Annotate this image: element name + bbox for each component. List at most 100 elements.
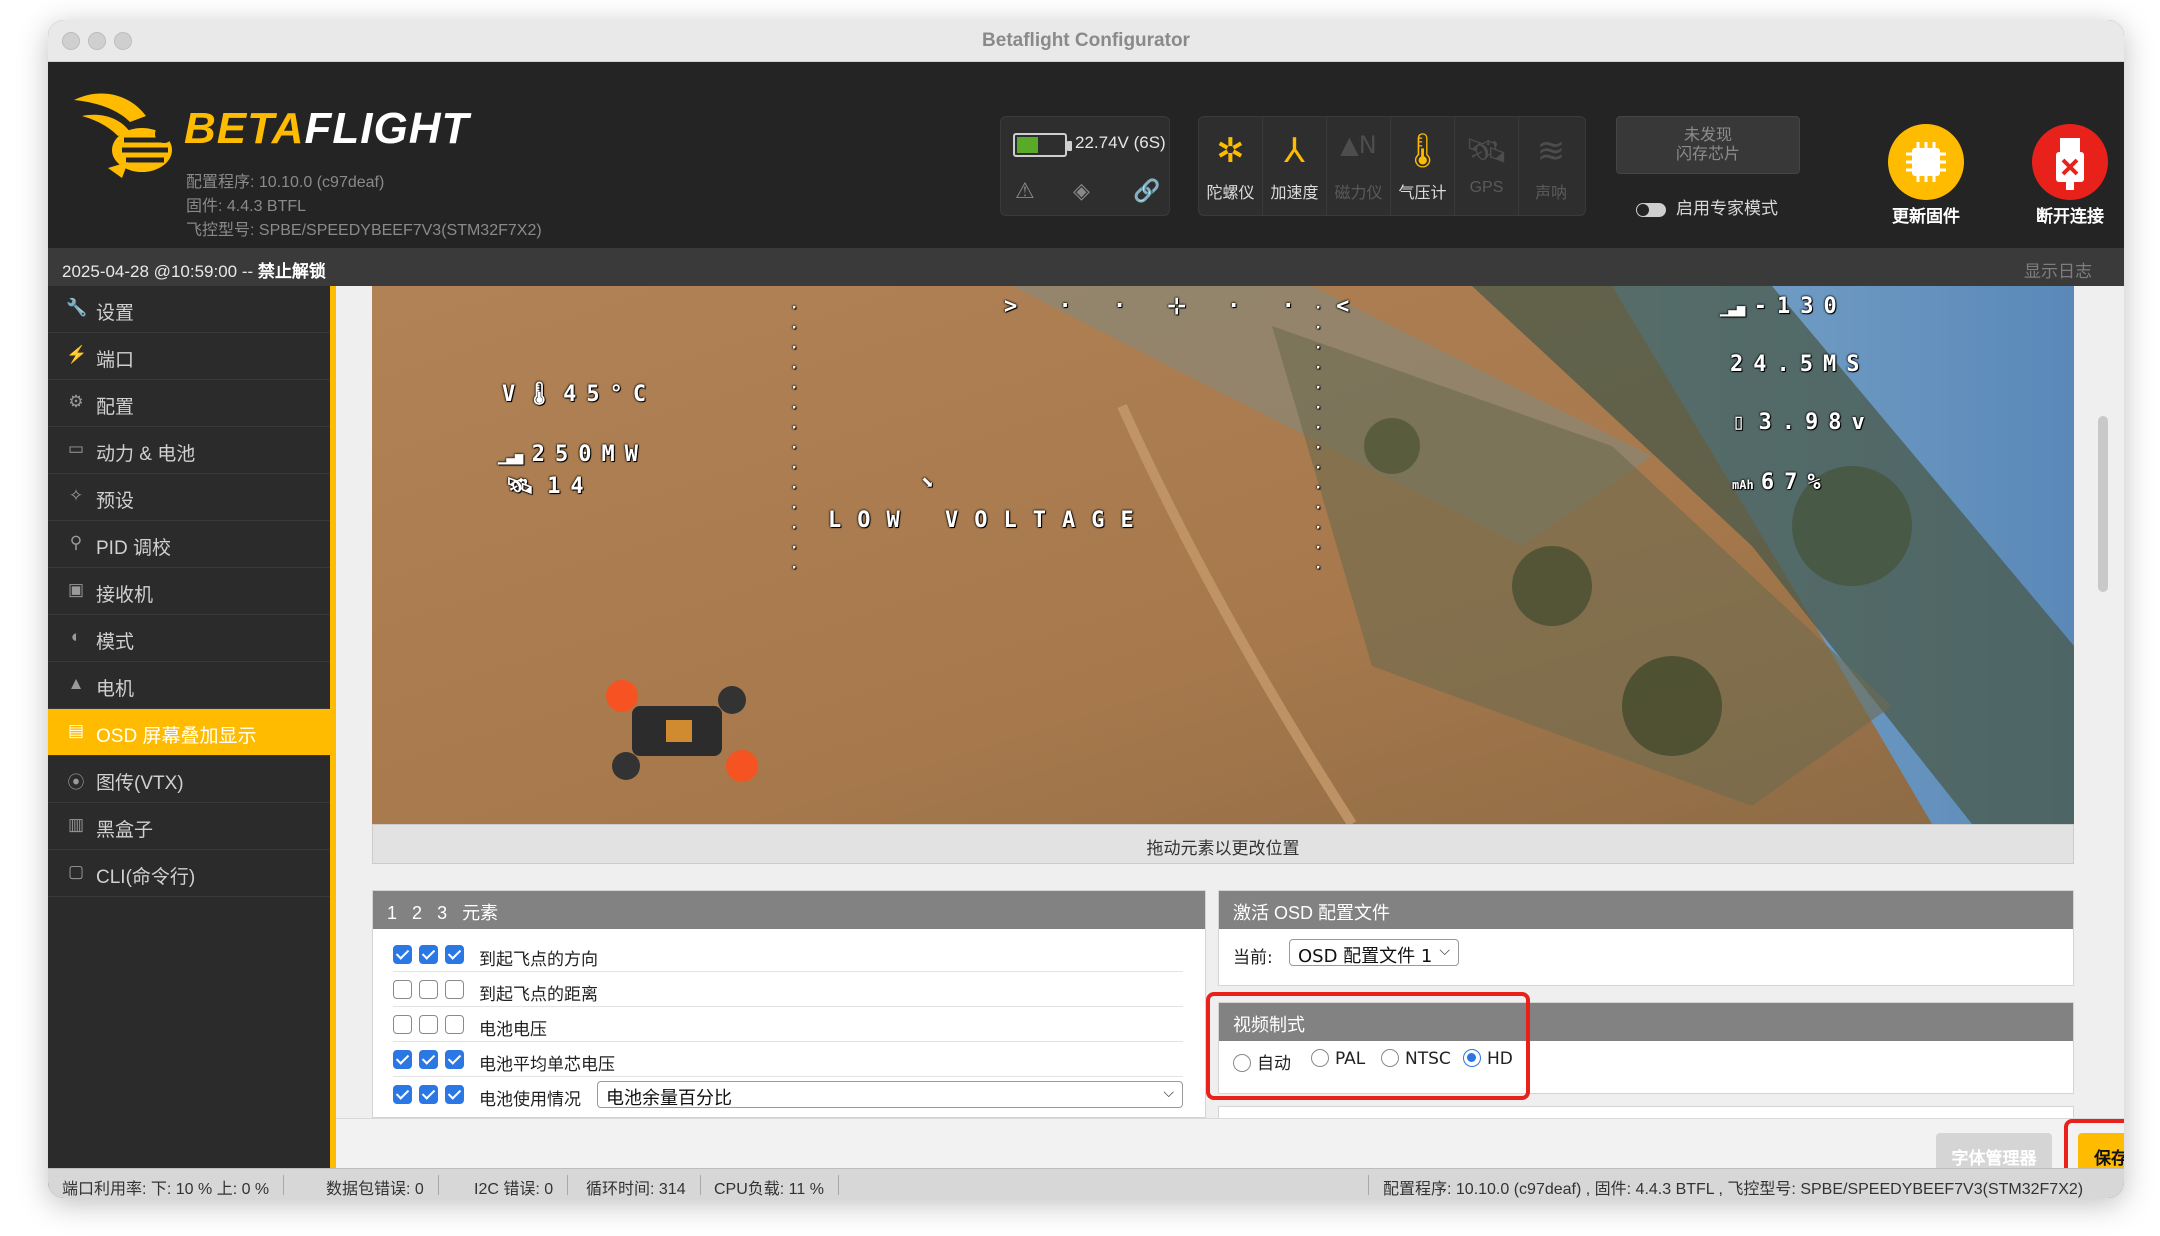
arming-status-bar: 2025-04-28 @10:59:00 -- 禁止解锁 显示日志 — [48, 248, 2124, 286]
profile-2-checkbox[interactable] — [419, 1015, 438, 1034]
crosshair-icon[interactable]: > · · ⊹ · · < — [1004, 294, 1363, 319]
drag-hint: 拖动元素以更改位置 — [372, 824, 2074, 864]
window-title: Betaflight Configurator — [982, 30, 1190, 51]
battery-icon — [1013, 133, 1072, 157]
gps-icon: 🛰 — [1464, 131, 1509, 171]
cpu-load: CPU负载: 11 % — [700, 1175, 839, 1198]
chevron-down-icon: ⌵ — [1439, 943, 1450, 959]
firmware-version: 固件: 4.4.3 BTFL — [186, 198, 307, 215]
battery-usage-select[interactable]: 电池余量百分比 ⌵ — [597, 1081, 1183, 1109]
sidebar-item-osd[interactable]: ▤ OSD 屏幕叠加显示 — [48, 709, 330, 756]
configurator-version: 配置程序: 10.10.0 (c97deaf) — [186, 174, 385, 191]
sidebar-item-setup[interactable]: 🔧 设置 — [48, 286, 330, 333]
sidebar-item-presets[interactable]: ✧ 预设 — [48, 474, 330, 521]
osd-speed[interactable]: 24.5MS — [1730, 352, 1869, 377]
profile-3-checkbox[interactable] — [445, 1015, 464, 1034]
sidebar-item-motors[interactable]: ▲ 电机 — [48, 662, 330, 709]
show-log-button[interactable]: 显示日志 — [2024, 257, 2092, 282]
title-bar: Betaflight Configurator — [48, 20, 2124, 62]
osd-rssi[interactable]: ▁▃▅ -130 — [1720, 294, 1847, 319]
toggle-icon: ◐ — [70, 627, 82, 646]
osd-icon: ▤ — [67, 721, 85, 740]
home-arrow-icon[interactable]: ⬊ — [920, 470, 943, 495]
sidebar-item-cli[interactable]: ▢ CLI(命令行) — [48, 850, 330, 897]
osd-profile-panel: 激活 OSD 配置文件 当前: OSD 配置文件 1 ⌵ — [1218, 890, 2074, 986]
signal-icon: ▁▃▅ — [498, 449, 532, 465]
element-row: 到起飞点的距离 — [393, 972, 1183, 1007]
osd-preview[interactable]: V🌡45°C ▁▃▅ 250MW 🛰 14 ▁▃▅ -130 24.5MS ▯ … — [372, 286, 2074, 824]
chip-icon — [1888, 124, 1964, 200]
magic-wand-icon: ✧ — [68, 486, 84, 505]
update-firmware-button[interactable]: 更新固件 — [1866, 124, 1986, 227]
status-footer: 端口利用率: 下: 10 % 上: 0 % 数据包错误: 0 I2C 错误: 0… — [48, 1168, 2124, 1198]
altitude-ladder-icon: · · · · · · · · · · · · · · — [790, 300, 799, 576]
gear-icon: ⚙ — [68, 392, 84, 411]
element-label: 电池平均单芯电压 — [479, 1055, 615, 1075]
failsafe-icon: ◈ — [1073, 179, 1090, 204]
signal-icon: ▁▃▅ — [1720, 301, 1754, 317]
sidebar-item-pid-tuning[interactable]: ⚲ PID 调校 — [48, 521, 330, 568]
usb-disconnect-icon — [2032, 124, 2108, 200]
wrench-icon: 🔧 — [66, 298, 88, 317]
element-label: 电池使用情况 — [479, 1090, 581, 1110]
satellite-icon: 🛰 — [506, 474, 548, 499]
profile-2-checkbox[interactable] — [419, 945, 438, 964]
elements-title: 元素 — [462, 903, 499, 923]
scrollbar[interactable] — [2098, 416, 2108, 592]
sidebar-item-vtx[interactable]: ⦿ 图传(VTX) — [48, 756, 330, 803]
osd-profile-select[interactable]: OSD 配置文件 1 ⌵ — [1289, 939, 1459, 967]
profile-3-checkbox[interactable] — [445, 980, 464, 999]
cycle-time: 循环时间: 314 — [572, 1175, 701, 1198]
osd-warning[interactable]: LOW VOLTAGE — [828, 508, 1150, 533]
mah-icon: mAh — [1732, 478, 1761, 492]
barometer-icon: 🌡 — [1400, 131, 1445, 171]
speed-ladder-icon: · · · · · · · · · · · · · · — [1314, 300, 1323, 576]
expert-mode-toggle[interactable]: 启用专家模式 — [1636, 194, 1778, 219]
sidebar-item-ports[interactable]: ⚡ 端口 — [48, 333, 330, 380]
warning-icon: ⚠ — [1015, 179, 1035, 204]
sidebar-item-configuration[interactable]: ⚙ 配置 — [48, 380, 330, 427]
profile-2-checkbox[interactable] — [419, 1050, 438, 1069]
osd-vtx-power[interactable]: ▁▃▅ 250MW — [498, 442, 648, 467]
osd-temperature[interactable]: V🌡45°C — [502, 382, 656, 407]
motor-icon: ▲ — [67, 674, 85, 693]
battery-voltage: 22.74V (6S) — [1075, 133, 1166, 152]
highlight-box — [1206, 992, 1530, 1100]
sidebar-item-blackbox[interactable]: ▥ 黑盒子 — [48, 803, 330, 850]
profile-1-checkbox[interactable] — [393, 945, 412, 964]
terminal-icon: ▢ — [67, 862, 85, 881]
profile-1-checkbox[interactable] — [393, 1050, 412, 1069]
element-row: 电池使用情况 电池余量百分比 ⌵ — [393, 1077, 1183, 1112]
osd-battery-usage[interactable]: mAh 67% — [1732, 470, 1831, 495]
disconnect-button[interactable]: 断开连接 — [2010, 124, 2124, 227]
profile-2-checkbox[interactable] — [419, 980, 438, 999]
app-window: Betaflight Configurator BETAFLIGHT 配置程序:… — [48, 20, 2124, 1198]
profile-1-checkbox[interactable] — [393, 980, 412, 999]
osd-gps-sats[interactable]: 🛰 14 — [506, 474, 594, 499]
chevron-down-icon: ⌵ — [1163, 1085, 1174, 1101]
header: BETAFLIGHT 配置程序: 10.10.0 (c97deaf) 固件: 4… — [48, 62, 2124, 248]
receiver-icon: ▣ — [67, 580, 85, 599]
sensor-panel: ✲ 陀螺仪 ⅄ 加速度 ▲N 磁力仪 🌡 气压计 🛰 GPS ≋ 声呐 — [1198, 116, 1586, 216]
battery-icon: ▭ — [67, 439, 85, 458]
profile-1-checkbox[interactable] — [393, 1085, 412, 1104]
sidebar-item-modes[interactable]: ◐ 模式 — [48, 615, 330, 662]
pid-tree-icon: ⚲ — [69, 533, 83, 552]
accelerometer-icon: ⅄ — [1284, 131, 1305, 171]
elements-panel: 1 2 3 元素 到起飞点的方向 到起飞点的距离 电池电压 电池平均单芯电压 电… — [372, 890, 1206, 1118]
sensor-gyro: ✲ 陀螺仪 — [1199, 117, 1263, 215]
profile-2-checkbox[interactable] — [419, 1085, 438, 1104]
antenna-icon: ⦿ — [67, 773, 85, 792]
sonar-icon: ≋ — [1536, 131, 1566, 171]
sidebar-item-power[interactable]: ▭ 动力 & 电池 — [48, 427, 330, 474]
profile-1-checkbox[interactable] — [393, 1015, 412, 1034]
element-label: 电池电压 — [479, 1020, 547, 1040]
osd-cell-voltage[interactable]: ▯ 3.98v — [1732, 410, 1875, 435]
profile-2-label: 2 — [412, 903, 423, 923]
toggle-switch-icon[interactable] — [1636, 202, 1666, 217]
sidebar-item-receiver[interactable]: ▣ 接收机 — [48, 568, 330, 615]
profile-3-checkbox[interactable] — [445, 945, 464, 964]
profile-3-checkbox[interactable] — [445, 1050, 464, 1069]
profile-3-checkbox[interactable] — [445, 1085, 464, 1104]
version-info: 配置程序: 10.10.0 (c97deaf) , 固件: 4.4.3 BTFL… — [1368, 1175, 2097, 1198]
